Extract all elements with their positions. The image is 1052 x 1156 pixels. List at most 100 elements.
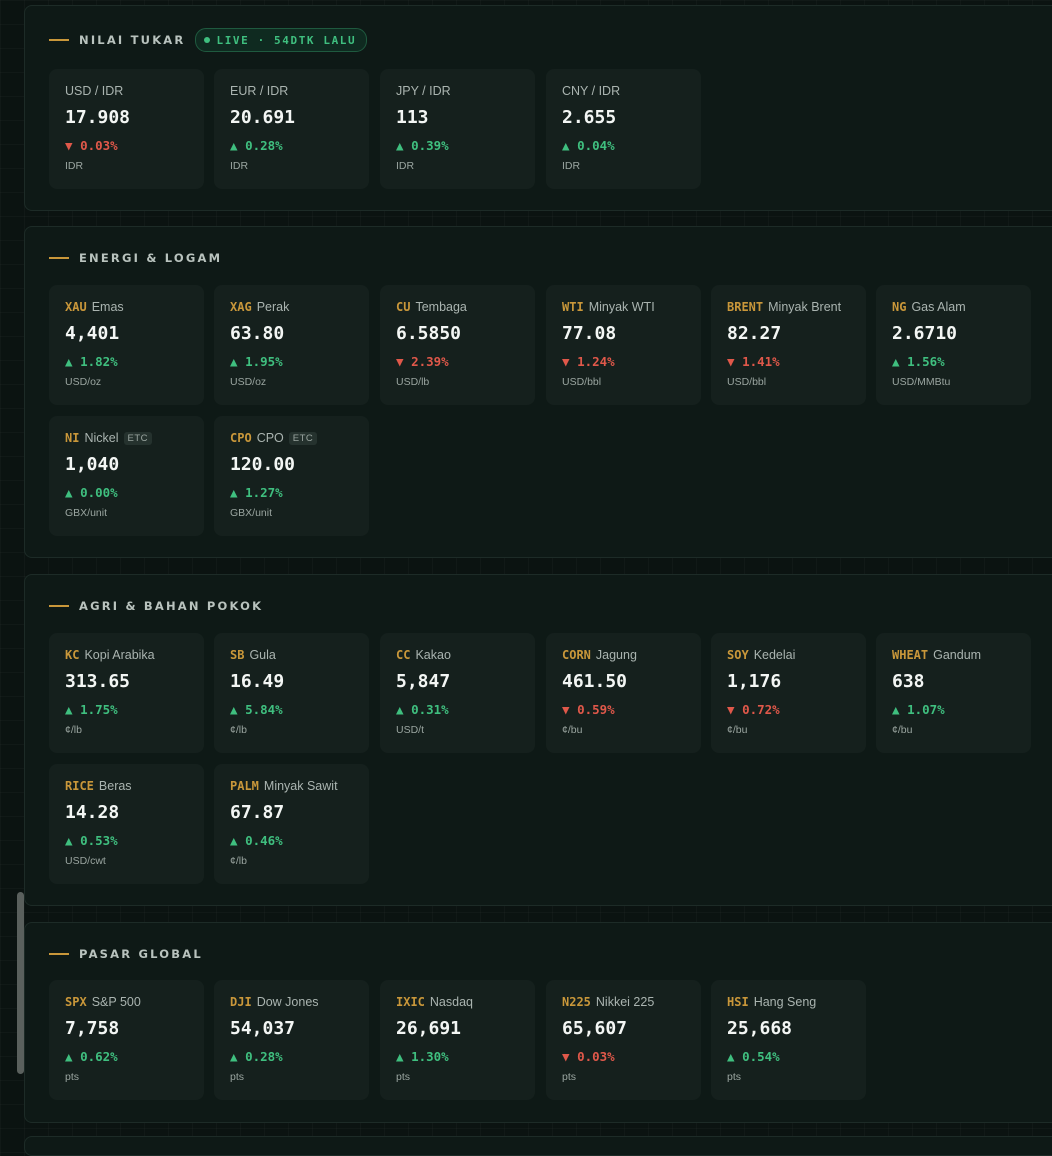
up-arrow-icon: ▲ xyxy=(65,485,73,500)
commodity-card-wheat[interactable]: WHEAT Gandum 638 ▲ 1.07% ¢/bu xyxy=(876,633,1031,753)
price-value: 65,607 xyxy=(562,1018,628,1039)
change-percent: ▲ 1.30% xyxy=(396,1049,449,1064)
change-percent: ▲ 0.54% xyxy=(727,1049,780,1064)
down-arrow-icon: ▼ xyxy=(562,702,570,717)
commodity-name: Gas Alam xyxy=(911,300,966,314)
ticker-symbol: WTI xyxy=(562,300,584,314)
commodity-card-sb[interactable]: SB Gula 16.49 ▲ 5.84% ¢/lb xyxy=(214,633,369,753)
index-name: Hang Seng xyxy=(753,995,817,1009)
change-value: 0.28% xyxy=(245,1049,283,1064)
change-value: 2.39% xyxy=(411,354,449,369)
price-value: 4,401 xyxy=(65,323,120,344)
ticker-symbol: DJI xyxy=(230,995,252,1009)
commodity-card-kc[interactable]: KC Kopi Arabika 313.65 ▲ 1.75% ¢/lb xyxy=(49,633,204,753)
unit-label: USD/MMBtu xyxy=(892,376,951,388)
price-value: 2.6710 xyxy=(892,323,958,344)
ticker-symbol: IXIC xyxy=(396,995,425,1009)
commodity-card-cpo[interactable]: CPO CPO ETC 120.00 ▲ 1.27% GBX/unit xyxy=(214,416,369,536)
change-value: 1.27% xyxy=(245,485,283,500)
change-value: 0.31% xyxy=(411,702,449,717)
panel-header: PASAR GLOBAL xyxy=(49,923,203,985)
up-arrow-icon: ▲ xyxy=(65,833,73,848)
change-percent: ▲ 0.53% xyxy=(65,833,118,848)
up-arrow-icon: ▲ xyxy=(727,1049,735,1064)
commodity-name: Minyak Brent xyxy=(768,300,842,314)
unit-label: ¢/bu xyxy=(562,724,583,736)
price-value: 54,037 xyxy=(230,1018,296,1039)
panel-agri-staples: AGRI & BAHAN POKOK KC Kopi Arabika 313.65… xyxy=(24,574,1052,906)
change-percent: ▼ 1.41% xyxy=(727,354,780,369)
change-percent: ▼ 0.72% xyxy=(727,702,780,717)
change-percent: ▲ 1.82% xyxy=(65,354,118,369)
commodity-name: Gula xyxy=(249,648,276,662)
commodity-card-cc[interactable]: CC Kakao 5,847 ▲ 0.31% USD/t xyxy=(380,633,535,753)
rate-card-cny-idr[interactable]: CNY / IDR 2.655 ▲ 0.04% IDR xyxy=(546,69,701,189)
change-percent: ▼ 1.24% xyxy=(562,354,615,369)
commodity-card-xau[interactable]: XAU Emas 4,401 ▲ 1.82% USD/oz xyxy=(49,285,204,405)
change-value: 1.07% xyxy=(907,702,945,717)
index-card-n225[interactable]: N225 Nikkei 225 65,607 ▼ 0.03% pts xyxy=(546,980,701,1100)
change-percent: ▲ 0.28% xyxy=(230,1049,283,1064)
unit-label: ¢/bu xyxy=(727,724,748,736)
price-value: 14.28 xyxy=(65,802,120,823)
commodity-card-cu[interactable]: CU Tembaga 6.5850 ▼ 2.39% USD/lb xyxy=(380,285,535,405)
commodity-card-wti[interactable]: WTI Minyak WTI 77.08 ▼ 1.24% USD/bbl xyxy=(546,285,701,405)
commodity-card-palm[interactable]: PALM Minyak Sawit 67.87 ▲ 0.46% ¢/lb xyxy=(214,764,369,884)
change-percent: ▲ 0.28% xyxy=(230,138,283,153)
ticker-symbol: CPO xyxy=(230,431,252,445)
change-value: 0.72% xyxy=(742,702,780,717)
index-card-spx[interactable]: SPX S&P 500 7,758 ▲ 0.62% pts xyxy=(49,980,204,1100)
index-name: S&P 500 xyxy=(91,995,141,1009)
index-name: Dow Jones xyxy=(256,995,319,1009)
unit-label: IDR xyxy=(230,160,249,172)
commodity-card-rice[interactable]: RICE Beras 14.28 ▲ 0.53% USD/cwt xyxy=(49,764,204,884)
ticker-symbol: SB xyxy=(230,648,245,662)
unit-label: ¢/lb xyxy=(65,724,82,736)
down-arrow-icon: ▼ xyxy=(727,354,735,369)
index-card-ixic[interactable]: IXIC Nasdaq 26,691 ▲ 1.30% pts xyxy=(380,980,535,1100)
unit-label: IDR xyxy=(562,160,581,172)
up-arrow-icon: ▲ xyxy=(230,1049,238,1064)
price-value: 1,176 xyxy=(727,671,782,692)
price-value: 461.50 xyxy=(562,671,628,692)
ticker-symbol: NG xyxy=(892,300,907,314)
change-percent: ▼ 2.39% xyxy=(396,354,449,369)
rate-card-jpy-idr[interactable]: JPY / IDR 113 ▲ 0.39% IDR xyxy=(380,69,535,189)
commodity-name: Minyak Sawit xyxy=(263,779,338,793)
change-percent: ▲ 1.07% xyxy=(892,702,945,717)
commodity-card-ng[interactable]: NG Gas Alam 2.6710 ▲ 1.56% USD/MMBtu xyxy=(876,285,1031,405)
pair-label: CNY / IDR xyxy=(562,84,621,98)
change-value: 1.24% xyxy=(577,354,615,369)
up-arrow-icon: ▲ xyxy=(230,485,238,500)
commodity-card-xag[interactable]: XAG Perak 63.80 ▲ 1.95% USD/oz xyxy=(214,285,369,405)
change-percent: ▲ 0.31% xyxy=(396,702,449,717)
etc-badge: ETC xyxy=(288,431,318,445)
page-scrollbar[interactable] xyxy=(17,892,24,1074)
commodity-name: Gandum xyxy=(933,648,982,662)
price-value: 313.65 xyxy=(65,671,131,692)
index-card-dji[interactable]: DJI Dow Jones 54,037 ▲ 0.28% pts xyxy=(214,980,369,1100)
change-percent: ▼ 0.03% xyxy=(562,1049,615,1064)
commodity-name: Jagung xyxy=(595,648,637,662)
panel-header: AGRI & BAHAN POKOK xyxy=(49,575,263,637)
price-value: 67.87 xyxy=(230,802,285,823)
commodity-card-brent[interactable]: BRENT Minyak Brent 82.27 ▼ 1.41% USD/bbl xyxy=(711,285,866,405)
unit-label: pts xyxy=(230,1071,245,1083)
unit-label: ¢/lb xyxy=(230,724,247,736)
change-percent: ▲ 5.84% xyxy=(230,702,283,717)
rate-card-usd-idr[interactable]: USD / IDR 17.908 ▼ 0.03% IDR xyxy=(49,69,204,189)
commodity-name: Tembaga xyxy=(415,300,467,314)
up-arrow-icon: ▲ xyxy=(230,354,238,369)
commodity-card-soy[interactable]: SOY Kedelai 1,176 ▼ 0.72% ¢/bu xyxy=(711,633,866,753)
change-value: 1.95% xyxy=(245,354,283,369)
change-value: 0.53% xyxy=(80,833,118,848)
change-value: 0.62% xyxy=(80,1049,118,1064)
commodity-card-ni[interactable]: NI Nickel ETC 1,040 ▲ 0.00% GBX/unit xyxy=(49,416,204,536)
pair-label: USD / IDR xyxy=(65,84,124,98)
unit-label: ¢/bu xyxy=(892,724,913,736)
commodity-card-corn[interactable]: CORN Jagung 461.50 ▼ 0.59% ¢/bu xyxy=(546,633,701,753)
rate-card-eur-idr[interactable]: EUR / IDR 20.691 ▲ 0.28% IDR xyxy=(214,69,369,189)
index-card-hsi[interactable]: HSI Hang Seng 25,668 ▲ 0.54% pts xyxy=(711,980,866,1100)
up-arrow-icon: ▲ xyxy=(562,138,570,153)
unit-label: ¢/lb xyxy=(230,855,247,867)
